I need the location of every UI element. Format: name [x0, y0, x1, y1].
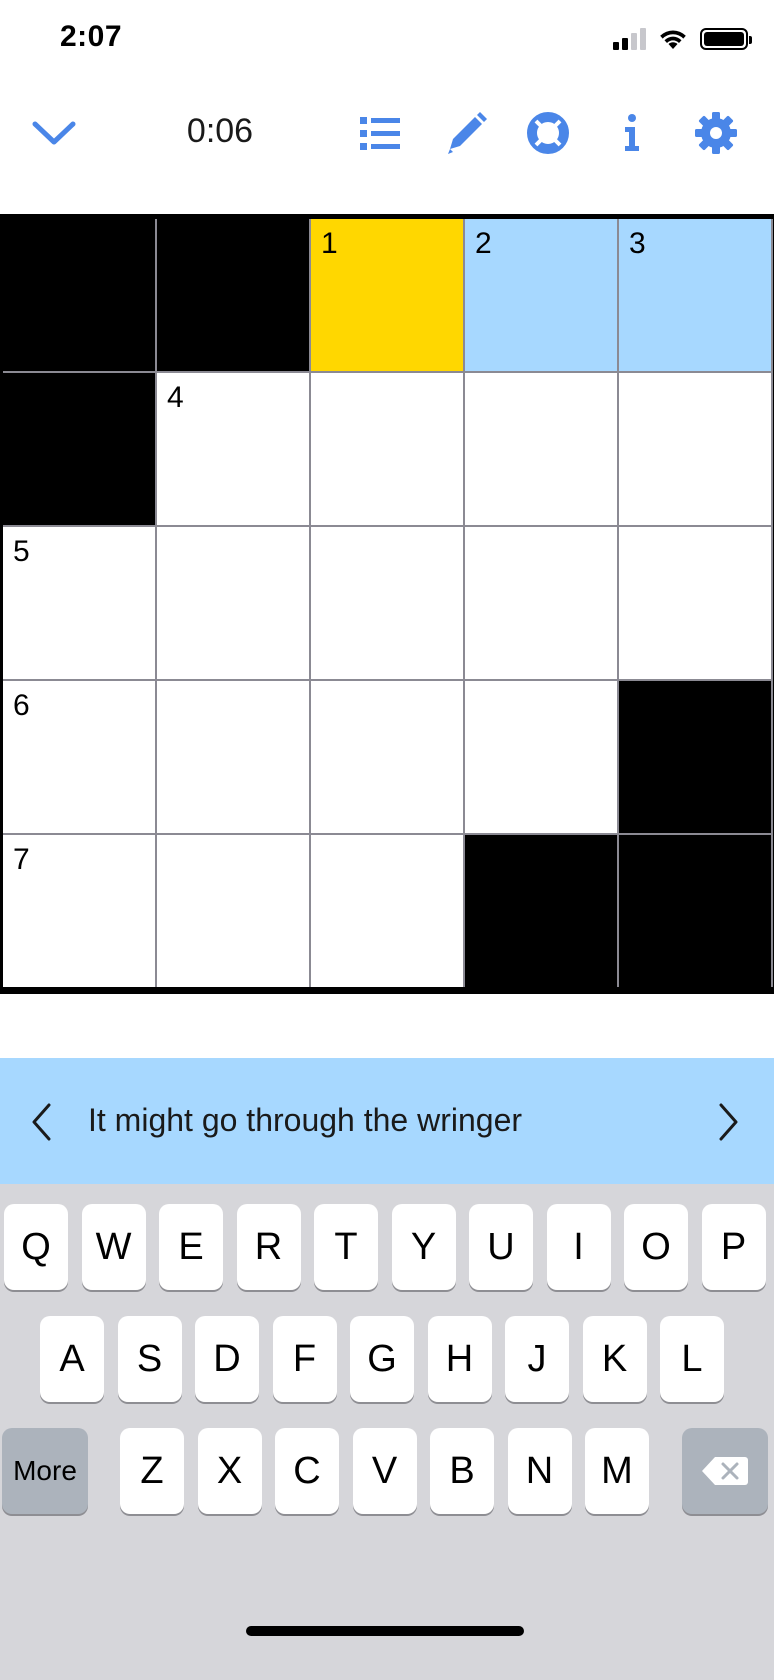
lifebuoy-icon	[527, 112, 569, 154]
key-m[interactable]: M	[585, 1428, 649, 1514]
clue-number: 7	[13, 843, 30, 876]
key-f[interactable]: F	[272, 1316, 337, 1402]
key-a[interactable]: A	[40, 1316, 104, 1402]
grid-cell[interactable]	[619, 527, 771, 679]
keyboard: More QWERTYUIOP ASDFGHJKL ZXCVBNM	[0, 1184, 774, 1680]
home-indicator	[246, 1626, 524, 1636]
grid-cell[interactable]	[465, 373, 617, 525]
crossword-board: 1 2 3 4 5 6 7	[0, 214, 774, 994]
backspace-icon	[702, 1457, 748, 1485]
key-t[interactable]: T	[314, 1204, 378, 1290]
grid-block-cell	[157, 219, 309, 371]
info-icon	[625, 114, 639, 151]
more-key[interactable]: More	[2, 1428, 88, 1514]
key-e[interactable]: E	[159, 1204, 223, 1290]
key-h[interactable]: H	[427, 1316, 492, 1402]
gear-icon	[695, 112, 737, 154]
backspace-key[interactable]	[682, 1428, 768, 1514]
grid-cell[interactable]	[619, 373, 771, 525]
info-button[interactable]	[604, 105, 660, 161]
settings-button[interactable]	[688, 105, 744, 161]
key-s[interactable]: S	[117, 1316, 182, 1402]
key-l[interactable]: L	[660, 1316, 724, 1402]
grid-cell[interactable]: 1	[311, 219, 463, 371]
crossword-grid: 1 2 3 4 5 6 7	[3, 219, 773, 987]
next-clue-button[interactable]	[700, 1092, 756, 1152]
clue-list-button[interactable]	[352, 105, 408, 161]
status-icons	[613, 28, 752, 50]
key-w[interactable]: W	[81, 1204, 146, 1290]
grid-cell[interactable]	[311, 681, 463, 833]
collapse-button[interactable]	[26, 105, 82, 161]
key-q[interactable]: Q	[4, 1204, 68, 1290]
chevron-left-icon	[32, 1103, 51, 1141]
grid-cell[interactable]: 5	[3, 527, 155, 679]
pencil-icon	[448, 112, 487, 154]
clue-number: 5	[13, 535, 30, 568]
list-icon	[360, 117, 400, 150]
grid-block-cell	[3, 219, 155, 371]
toolbar: 0:06	[0, 90, 774, 170]
grid-cell[interactable]	[465, 681, 617, 833]
key-u[interactable]: U	[469, 1204, 533, 1290]
clue-number: 6	[13, 689, 30, 722]
clue-number: 1	[321, 227, 338, 260]
grid-cell[interactable]: 7	[3, 835, 155, 987]
grid-cell[interactable]	[465, 527, 617, 679]
status-bar: 2:07	[0, 0, 774, 80]
grid-cell[interactable]	[311, 835, 463, 987]
battery-icon	[700, 28, 752, 50]
grid-cell[interactable]	[311, 373, 463, 525]
key-d[interactable]: D	[195, 1316, 259, 1402]
previous-clue-button[interactable]	[14, 1092, 70, 1152]
grid-cell[interactable]	[311, 527, 463, 679]
grid-block-cell	[619, 681, 771, 833]
grid-block-cell	[619, 835, 771, 987]
status-time: 2:07	[60, 20, 123, 53]
grid-cell[interactable]	[157, 681, 309, 833]
key-r[interactable]: R	[236, 1204, 301, 1290]
key-b[interactable]: B	[430, 1428, 494, 1514]
help-button[interactable]	[520, 105, 576, 161]
key-g[interactable]: G	[350, 1316, 414, 1402]
key-c[interactable]: C	[275, 1428, 339, 1514]
chevron-right-icon	[719, 1103, 738, 1141]
puzzle-timer[interactable]: 0:06	[160, 112, 280, 151]
key-z[interactable]: Z	[120, 1428, 184, 1514]
key-y[interactable]: Y	[391, 1204, 456, 1290]
grid-cell[interactable]: 3	[619, 219, 771, 371]
grid-block-cell	[465, 835, 617, 987]
grid-cell[interactable]	[157, 835, 309, 987]
key-p[interactable]: P	[701, 1204, 766, 1290]
pencil-mode-button[interactable]	[438, 105, 494, 161]
key-i[interactable]: I	[546, 1204, 611, 1290]
key-n[interactable]: N	[507, 1428, 572, 1514]
key-v[interactable]: V	[352, 1428, 417, 1514]
clue-number: 2	[475, 227, 492, 260]
key-k[interactable]: K	[582, 1316, 647, 1402]
wifi-icon	[660, 30, 686, 49]
key-o[interactable]: O	[624, 1204, 688, 1290]
cellular-signal-icon	[613, 28, 646, 50]
clue-number: 4	[167, 381, 184, 414]
clue-number: 3	[629, 227, 646, 260]
key-x[interactable]: X	[197, 1428, 262, 1514]
grid-block-cell	[3, 373, 155, 525]
grid-cell[interactable]: 4	[157, 373, 309, 525]
current-clue-text: It might go through the wringer	[88, 1102, 523, 1138]
key-j[interactable]: J	[505, 1316, 569, 1402]
grid-cell[interactable]: 2	[465, 219, 617, 371]
chevron-down-icon	[32, 121, 76, 145]
grid-cell[interactable]: 6	[3, 681, 155, 833]
clue-bar[interactable]: It might go through the wringer	[0, 1058, 774, 1184]
grid-cell[interactable]	[157, 527, 309, 679]
